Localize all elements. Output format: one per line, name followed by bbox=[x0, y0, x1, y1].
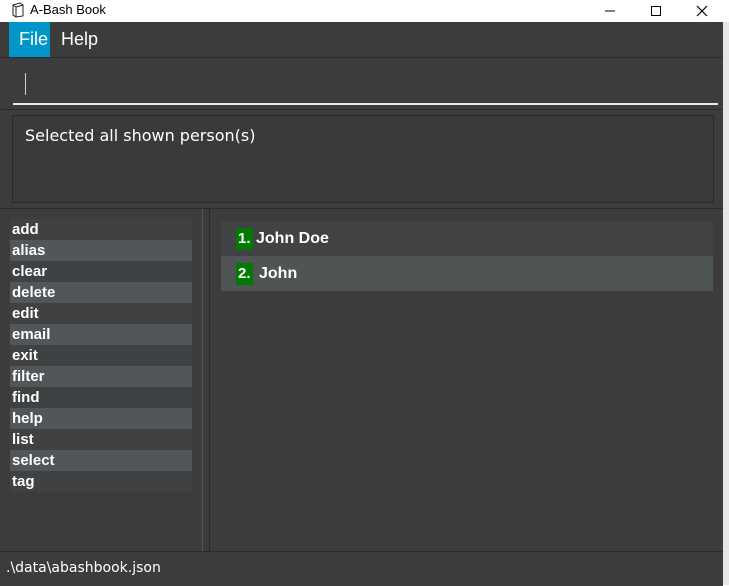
window-title: A-Bash Book bbox=[30, 2, 106, 17]
divider bbox=[0, 109, 723, 110]
command-input[interactable] bbox=[13, 67, 718, 105]
command-item[interactable]: help bbox=[10, 408, 192, 429]
result-message: Selected all shown person(s) bbox=[25, 126, 256, 145]
command-item[interactable]: alias bbox=[10, 240, 192, 261]
person-list: 1. John Doe 2. John bbox=[221, 221, 713, 291]
command-box bbox=[13, 67, 718, 105]
maximize-icon[interactable] bbox=[633, 0, 679, 22]
window-border bbox=[723, 22, 729, 585]
menu-help[interactable]: Help bbox=[51, 22, 108, 57]
close-icon[interactable] bbox=[679, 0, 725, 22]
command-item[interactable]: select bbox=[10, 450, 192, 471]
book-icon bbox=[10, 2, 26, 18]
split-divider[interactable] bbox=[202, 209, 203, 551]
command-item[interactable]: delete bbox=[10, 282, 192, 303]
command-list: add alias clear delete edit email exit f… bbox=[10, 219, 192, 492]
menu-bar: File Help bbox=[0, 22, 723, 57]
main-window: File Help Selected all shown person(s) a… bbox=[0, 22, 729, 586]
person-list-panel: 1. John Doe 2. John bbox=[210, 209, 723, 551]
menu-file[interactable]: File bbox=[9, 22, 50, 57]
split-pane: add alias clear delete edit email exit f… bbox=[0, 209, 723, 551]
command-list-panel: add alias clear delete edit email exit f… bbox=[0, 209, 202, 551]
command-item[interactable]: filter bbox=[10, 366, 192, 387]
person-name: John bbox=[259, 265, 298, 282]
person-card[interactable]: 2. John bbox=[221, 256, 713, 291]
command-item[interactable]: exit bbox=[10, 345, 192, 366]
command-item[interactable]: tag bbox=[10, 471, 192, 492]
person-index: 1. bbox=[236, 228, 253, 250]
command-item[interactable]: find bbox=[10, 387, 192, 408]
person-name: John Doe bbox=[256, 230, 329, 247]
command-item[interactable]: edit bbox=[10, 303, 192, 324]
command-item[interactable]: add bbox=[10, 219, 192, 240]
command-item[interactable]: list bbox=[10, 429, 192, 450]
command-item[interactable]: email bbox=[10, 324, 192, 345]
command-item[interactable]: clear bbox=[10, 261, 192, 282]
divider bbox=[0, 57, 723, 58]
status-bar: .\data\abashbook.json bbox=[0, 551, 723, 586]
text-caret bbox=[25, 73, 26, 95]
person-card[interactable]: 1. John Doe bbox=[221, 221, 713, 256]
person-index: 2. bbox=[236, 263, 253, 285]
title-bar: A-Bash Book bbox=[0, 0, 729, 22]
save-file-path: .\data\abashbook.json bbox=[6, 560, 161, 576]
minimize-icon[interactable] bbox=[587, 0, 633, 22]
result-display: Selected all shown person(s) bbox=[12, 115, 714, 203]
